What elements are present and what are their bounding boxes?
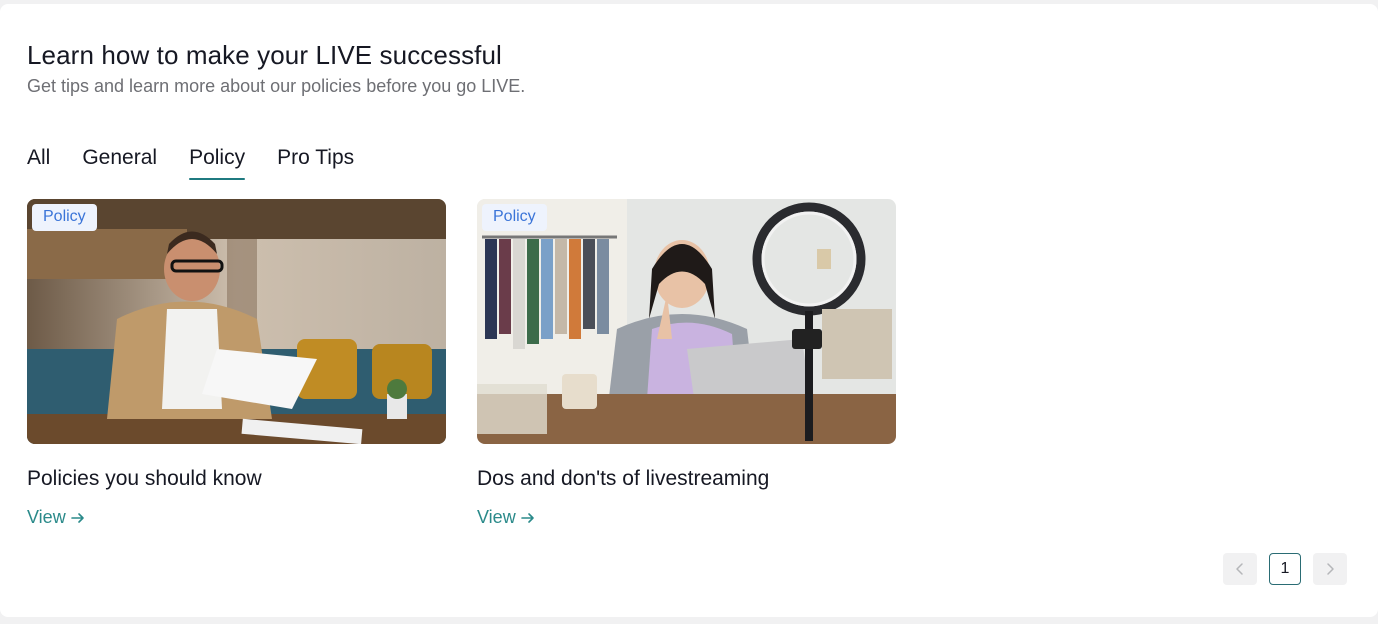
next-page-button[interactable]: [1313, 553, 1347, 585]
view-link[interactable]: View: [477, 507, 536, 528]
category-tabs: All General Policy Pro Tips: [27, 144, 354, 184]
woman-livestreaming-ringlight-photo: [477, 199, 896, 444]
card-title: Policies you should know: [27, 467, 262, 490]
chevron-left-icon: [1236, 563, 1243, 575]
card-thumbnail[interactable]: Policy: [27, 199, 446, 444]
tab-general[interactable]: General: [82, 144, 157, 180]
tab-policy[interactable]: Policy: [189, 144, 246, 180]
pagination: 1: [1223, 553, 1347, 585]
category-badge: Policy: [482, 204, 547, 231]
view-link[interactable]: View: [27, 507, 86, 528]
page-number-button[interactable]: 1: [1269, 553, 1301, 585]
card-title: Dos and don'ts of livestreaming: [477, 467, 770, 490]
page-title: Learn how to make your LIVE successful: [27, 40, 502, 70]
learn-panel: Learn how to make your LIVE successful G…: [0, 4, 1378, 617]
tab-all[interactable]: All: [27, 144, 50, 180]
category-badge: Policy: [32, 204, 97, 231]
arrow-right-icon: [70, 512, 84, 523]
article-card: Policy Policies you should know View: [27, 199, 446, 528]
chevron-right-icon: [1327, 563, 1334, 575]
page-subtitle: Get tips and learn more about our polici…: [27, 76, 526, 96]
prev-page-button[interactable]: [1223, 553, 1257, 585]
man-reading-papers-photo: [27, 199, 446, 444]
arrow-right-icon: [520, 512, 534, 523]
view-link-label: View: [477, 507, 516, 527]
tab-pro-tips[interactable]: Pro Tips: [277, 144, 354, 180]
card-thumbnail[interactable]: Policy: [477, 199, 896, 444]
article-card: Policy Dos and don'ts of livestreaming V…: [477, 199, 896, 528]
view-link-label: View: [27, 507, 66, 527]
